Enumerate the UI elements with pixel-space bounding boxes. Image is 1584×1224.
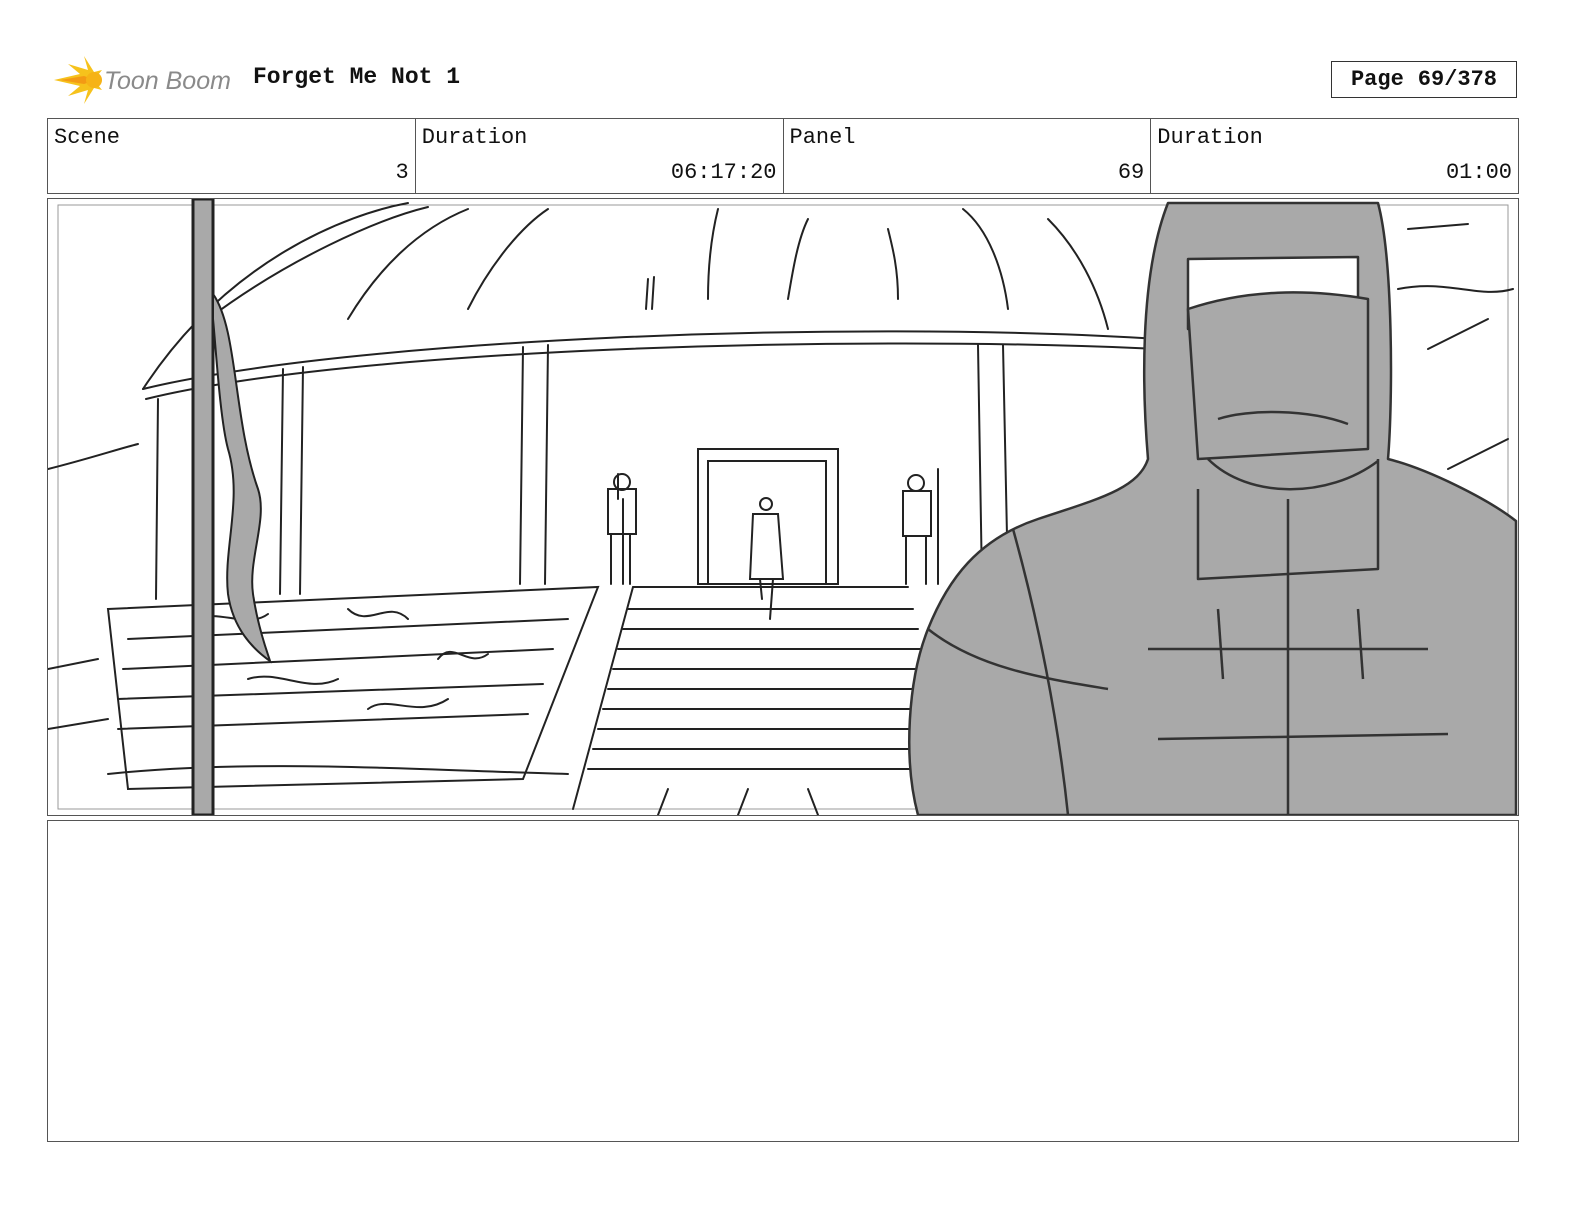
comet-icon: [54, 56, 102, 104]
toon-boom-logo: Toon Boom: [50, 52, 240, 110]
storyboard-panel: [47, 198, 1519, 816]
panel-duration-cell: Duration 01:00: [1151, 119, 1518, 193]
scene-duration-label: Duration: [421, 125, 528, 150]
panel-notes-box: [47, 820, 1519, 1142]
panel-duration-value: 01:00: [1445, 160, 1512, 185]
scene-value: 3: [395, 160, 409, 185]
page-indicator: Page 69/378: [1331, 61, 1517, 98]
panel-info-table: Scene 3 Duration 06:17:20 Panel 69 Durat…: [47, 118, 1519, 194]
scene-cell: Scene 3: [48, 119, 416, 193]
scene-duration-cell: Duration 06:17:20: [416, 119, 784, 193]
scene-label: Scene: [54, 125, 121, 150]
scene-duration-value: 06:17:20: [670, 160, 777, 185]
page-label: Page: [1350, 67, 1404, 92]
storyboard-sketch: [48, 199, 1518, 815]
logo-text: Toon Boom: [104, 67, 231, 95]
page-number: 69/378: [1417, 67, 1498, 92]
panel-label: Panel: [789, 125, 856, 150]
panel-duration-label: Duration: [1157, 125, 1263, 150]
foreground-guard: [908, 201, 1518, 815]
panel-value: 69: [1117, 160, 1145, 185]
project-title: Forget Me Not 1: [253, 64, 461, 90]
panel-cell: Panel 69: [784, 119, 1152, 193]
